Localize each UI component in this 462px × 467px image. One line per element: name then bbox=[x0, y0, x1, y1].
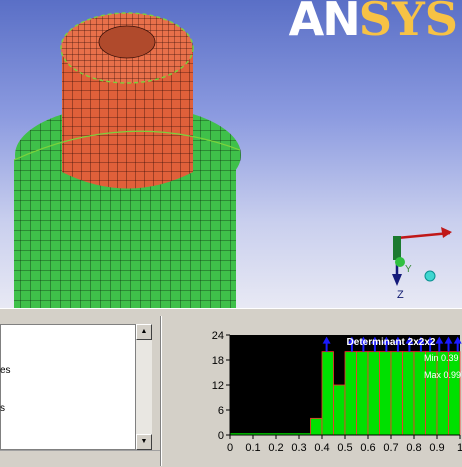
details-list[interactable]: es s bbox=[0, 324, 136, 450]
y-tick-label: 0 bbox=[218, 430, 224, 442]
splitter[interactable] bbox=[0, 308, 462, 313]
list-item[interactable]: es bbox=[0, 365, 11, 376]
x-tick-label: 1 bbox=[457, 442, 462, 454]
histogram-bar bbox=[367, 351, 380, 436]
ansys-logo: ANSYS bbox=[288, 0, 458, 46]
upper-cylinder-inner bbox=[98, 25, 156, 59]
histogram-bar bbox=[413, 351, 426, 436]
x-tick-label: 0.8 bbox=[406, 442, 421, 454]
y-tick-label: 18 bbox=[212, 355, 224, 367]
histogram-bar bbox=[333, 384, 346, 436]
histogram-bar bbox=[402, 351, 415, 436]
vertical-scrollbar[interactable]: ▲ ▼ bbox=[136, 324, 152, 450]
list-item[interactable]: s bbox=[0, 403, 5, 414]
x-tick-label: 0.2 bbox=[268, 442, 283, 454]
y-tick-label: 24 bbox=[212, 330, 224, 342]
histogram-bar bbox=[344, 351, 357, 436]
x-tick-label: 0.4 bbox=[314, 442, 329, 454]
x-tick-label: 0.9 bbox=[429, 442, 444, 454]
histogram-chart: Determinant 2x2x2 Min 0.39 Max 0.997 0 6 12 18… bbox=[212, 330, 462, 454]
histogram-bar bbox=[321, 351, 334, 436]
y-tick-label: 6 bbox=[218, 405, 224, 417]
x-tick-label: 0.7 bbox=[383, 442, 398, 454]
chart-annotation: Max 0.997 bbox=[424, 370, 462, 380]
histogram-bar bbox=[425, 351, 438, 436]
histogram-bar bbox=[310, 417, 323, 436]
triad-y-label: Y bbox=[405, 264, 412, 275]
x-tick-label: 0.5 bbox=[337, 442, 352, 454]
histogram-bar bbox=[356, 351, 369, 436]
scroll-up-button[interactable]: ▲ bbox=[136, 324, 152, 340]
y-tick-label: 12 bbox=[212, 380, 224, 392]
status-strip bbox=[0, 450, 160, 467]
histogram-bar bbox=[436, 351, 449, 436]
mesh-model bbox=[13, 12, 452, 308]
x-tick-label: 0.3 bbox=[291, 442, 306, 454]
x-tick-label: 0.6 bbox=[360, 442, 375, 454]
details-panel: es s ▲ ▼ bbox=[0, 316, 160, 466]
x-tick-label: 0 bbox=[227, 442, 233, 454]
axis-triad bbox=[392, 227, 452, 286]
triad-z-label: Z bbox=[397, 289, 404, 301]
graphics-viewport[interactable]: ANSYS Y Z bbox=[0, 0, 462, 308]
histogram-bar bbox=[379, 351, 392, 436]
x-tick-label: 0.1 bbox=[245, 442, 260, 454]
scroll-down-button[interactable]: ▼ bbox=[136, 434, 152, 450]
mesh-metric-histogram: Determinant 2x2x2 Min 0.39 Max 0.997 0 6 12 18… bbox=[162, 316, 462, 466]
chart-annotation: Min 0.39 bbox=[424, 353, 459, 363]
chart-title: Determinant 2x2x2 bbox=[347, 337, 436, 348]
histogram-bar bbox=[448, 351, 461, 436]
histogram-bar bbox=[390, 351, 403, 436]
